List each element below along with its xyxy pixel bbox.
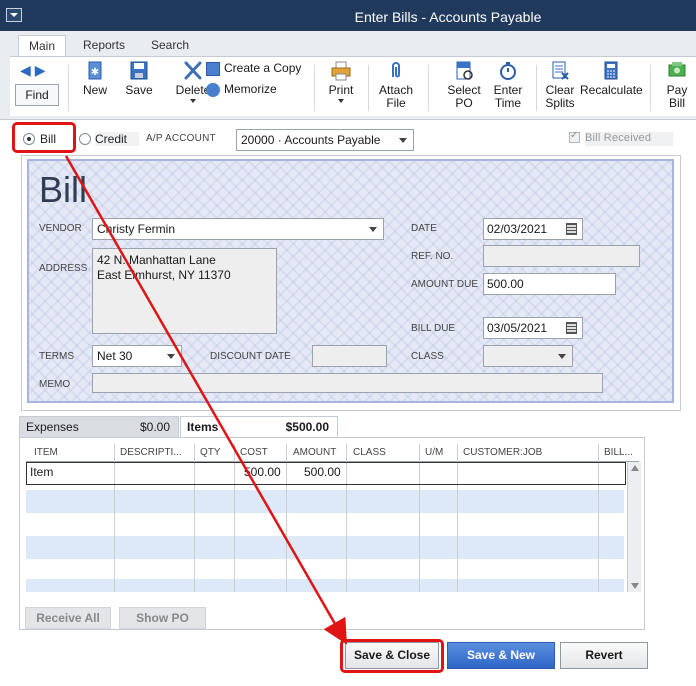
floppy-disk-icon [130, 61, 148, 80]
ap-account-dropdown[interactable]: 20000 · Accounts Payable [236, 129, 414, 151]
save-new-button[interactable]: Save & New [447, 642, 555, 669]
credit-radio-label[interactable]: Credit [95, 132, 140, 146]
bill-due-label: BILL DUE [411, 323, 456, 334]
items-table[interactable]: ITEM DESCRIPTI... QTY COST AMOUNT CLASS … [26, 444, 641, 592]
chevron-down-icon [190, 99, 196, 103]
items-grid-panel: ITEM DESCRIPTI... QTY COST AMOUNT CLASS … [19, 437, 645, 630]
ap-account-label: A/P ACCOUNT [146, 133, 216, 144]
terms-dropdown[interactable]: Net 30 [92, 345, 182, 367]
enter-time-button[interactable]: Enter Time [488, 61, 528, 110]
tab-expenses[interactable]: Expenses $0.00 [19, 416, 179, 438]
memo-field[interactable] [92, 373, 603, 393]
bill-received-label: Bill Received [585, 132, 673, 146]
ref-no-label: REF. NO. [411, 251, 454, 262]
save-button[interactable]: Save [122, 61, 156, 97]
column-header[interactable]: U/M [425, 447, 443, 458]
save-close-highlight [340, 639, 444, 673]
column-header[interactable]: AMOUNT [293, 447, 336, 458]
calendar-icon[interactable] [566, 322, 577, 334]
window-title: Enter Bills - Accounts Payable [354, 9, 542, 25]
recalculate-button[interactable]: Recalculate [580, 61, 643, 97]
column-header[interactable]: BILL... [604, 447, 633, 458]
ribbon: Main Reports Search ◀▶ Find ✱ New Save D… [0, 31, 696, 120]
tab-items[interactable]: Items $500.00 [180, 416, 338, 438]
class-dropdown[interactable] [483, 345, 573, 367]
bill-radio-highlight [12, 122, 76, 153]
create-copy-button[interactable]: Create a Copy [206, 62, 316, 76]
memorize-button[interactable]: Memorize [206, 83, 316, 97]
revert-button[interactable]: Revert [560, 642, 648, 669]
tab-reports[interactable]: Reports [74, 35, 134, 57]
copy-icon [206, 62, 220, 76]
ref-no-field[interactable] [483, 245, 640, 267]
new-document-icon: ✱ [88, 61, 102, 80]
date-label: DATE [411, 223, 437, 234]
chevron-down-icon [369, 227, 377, 232]
bill-form-frame: Bill VENDOR Christy Fermin ADDRESS 42 N.… [21, 155, 681, 411]
amount-cell[interactable]: 500.00 [304, 465, 341, 479]
memorize-icon [206, 83, 220, 97]
pay-bill-button[interactable]: Pay Bill [660, 61, 694, 110]
address-field[interactable]: 42 N. Manhattan Lane East Elmhurst, NY 1… [92, 248, 277, 334]
stopwatch-icon [500, 62, 516, 80]
column-header[interactable]: QTY [200, 447, 221, 458]
chevron-down-icon [558, 354, 566, 359]
vendor-label: VENDOR [39, 223, 82, 234]
tab-search[interactable]: Search [142, 35, 198, 57]
bill-form: Bill VENDOR Christy Fermin ADDRESS 42 N.… [27, 159, 674, 403]
cost-cell[interactable]: 500.00 [244, 465, 281, 479]
scroll-up-icon[interactable] [631, 465, 639, 471]
print-button[interactable]: Print [324, 61, 358, 103]
clear-splits-button[interactable]: Clear Splits [540, 61, 580, 110]
item-cell[interactable]: Item [30, 465, 53, 479]
column-header[interactable]: ITEM [34, 447, 58, 458]
bill-received-checkbox[interactable] [569, 130, 580, 143]
new-button[interactable]: ✱ New [78, 61, 112, 97]
amount-due-label: AMOUNT DUE [411, 279, 479, 290]
attach-file-button[interactable]: Attach File [376, 61, 416, 110]
bill-options-row: Bill Credit A/P ACCOUNT 20000 · Accounts… [0, 120, 696, 156]
address-label: ADDRESS [39, 263, 88, 274]
column-header[interactable]: CUSTOMER:JOB [463, 447, 542, 458]
clear-splits-icon [552, 61, 569, 80]
svg-text:✱: ✱ [91, 67, 99, 78]
delete-x-icon [184, 61, 202, 80]
column-header[interactable]: DESCRIPTI... [120, 447, 182, 458]
prev-next-arrows-icon[interactable]: ◀▶ [20, 62, 50, 79]
show-po-button[interactable]: Show PO [119, 607, 206, 629]
tab-main[interactable]: Main [18, 35, 66, 57]
grid-scrollbar[interactable] [627, 462, 641, 592]
toolbar: ◀▶ Find ✱ New Save Delete Create a Copy … [10, 56, 696, 116]
discount-date-label: DISCOUNT DATE [210, 351, 291, 362]
terms-label: TERMS [39, 351, 74, 362]
chevron-down-icon [399, 138, 407, 143]
title-bar: Enter Bills - Accounts Payable [0, 0, 696, 31]
printer-icon [331, 61, 351, 81]
calculator-icon [604, 61, 618, 80]
credit-radio[interactable] [79, 133, 91, 145]
discount-date-field[interactable] [312, 345, 387, 367]
chevron-down-icon [338, 99, 344, 103]
bill-due-field[interactable]: 03/05/2021 [483, 317, 583, 339]
select-po-button[interactable]: Select PO [442, 61, 486, 110]
scroll-down-icon[interactable] [631, 583, 639, 589]
purchase-order-icon [456, 61, 473, 80]
paperclip-icon [392, 62, 400, 78]
table-header: ITEM DESCRIPTI... QTY COST AMOUNT CLASS … [26, 444, 639, 462]
date-field[interactable]: 02/03/2021 [483, 218, 583, 240]
find-button[interactable]: Find [15, 84, 59, 106]
memo-label: MEMO [39, 379, 71, 390]
vendor-dropdown[interactable]: Christy Fermin [92, 218, 384, 240]
amount-due-field[interactable]: 500.00 [483, 273, 616, 295]
receive-all-button[interactable]: Receive All [25, 607, 111, 629]
column-header[interactable]: CLASS [353, 447, 386, 458]
form-title: Bill [39, 169, 88, 210]
class-label: CLASS [411, 351, 444, 362]
chevron-down-icon [167, 354, 175, 359]
pay-bill-icon [668, 62, 686, 77]
column-header[interactable]: COST [240, 447, 268, 458]
calendar-icon[interactable] [566, 223, 577, 235]
